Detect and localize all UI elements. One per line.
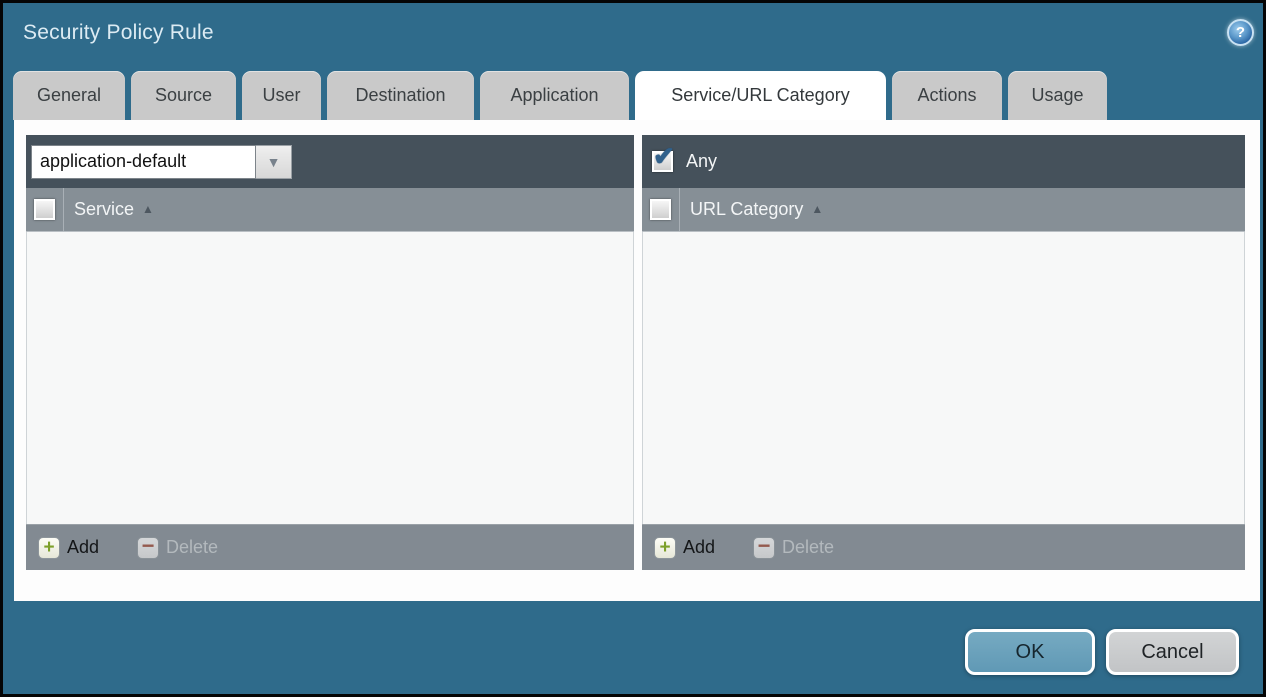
service-delete-label: Delete (166, 537, 218, 558)
service-panel-footer: + Add − Delete (26, 524, 634, 570)
tab-source[interactable]: Source (131, 71, 236, 120)
url-category-table-body[interactable] (642, 232, 1245, 524)
service-type-dropdown[interactable]: application-default ▼ (31, 145, 292, 179)
plus-icon: + (38, 537, 60, 559)
minus-icon: − (137, 537, 159, 559)
service-column-label: Service (74, 199, 134, 220)
tab-general[interactable]: General (13, 71, 125, 120)
service-type-value[interactable]: application-default (31, 145, 256, 179)
url-category-panel-toolbar: ✔ Any (642, 135, 1245, 188)
sort-ascending-icon: ▲ (142, 202, 154, 216)
service-add-button[interactable]: + Add (38, 537, 99, 559)
service-column-header[interactable]: Service ▲ (64, 199, 154, 220)
dialog-title: Security Policy Rule (23, 21, 214, 45)
any-row: ✔ Any (647, 151, 717, 172)
minus-icon: − (753, 537, 775, 559)
cancel-button[interactable]: Cancel (1106, 629, 1239, 675)
security-policy-rule-dialog: Security Policy Rule ? General Source Us… (0, 0, 1266, 697)
tab-service-url-category[interactable]: Service/URL Category (635, 71, 886, 120)
url-category-add-label: Add (683, 537, 715, 558)
url-category-column-label: URL Category (690, 199, 803, 220)
tab-usage[interactable]: Usage (1008, 71, 1107, 120)
service-add-label: Add (67, 537, 99, 558)
service-type-dropdown-button[interactable]: ▼ (256, 145, 292, 179)
service-panel: application-default ▼ Service ▲ + (26, 135, 634, 571)
plus-icon: + (654, 537, 676, 559)
tab-user[interactable]: User (242, 71, 321, 120)
tab-content-area: application-default ▼ Service ▲ + (14, 120, 1260, 601)
url-category-panel: ✔ Any URL Category ▲ + Add (642, 135, 1245, 571)
url-category-table-header: URL Category ▲ (642, 188, 1245, 232)
tab-bar: General Source User Destination Applicat… (13, 71, 1113, 120)
service-header-checkbox-cell (26, 188, 64, 231)
url-category-delete-button[interactable]: − Delete (753, 537, 834, 559)
service-table-body[interactable] (26, 232, 634, 524)
help-icon[interactable]: ? (1227, 19, 1254, 46)
url-category-add-button[interactable]: + Add (654, 537, 715, 559)
checkmark-icon: ✔ (653, 141, 675, 172)
tab-application[interactable]: Application (480, 71, 629, 120)
service-delete-button[interactable]: − Delete (137, 537, 218, 559)
url-category-header-checkbox-cell (642, 188, 680, 231)
ok-button[interactable]: OK (965, 629, 1095, 675)
service-table-header: Service ▲ (26, 188, 634, 232)
url-category-select-all-checkbox[interactable] (650, 199, 671, 220)
any-checkbox[interactable]: ✔ (652, 151, 673, 172)
chevron-down-icon: ▼ (267, 154, 281, 170)
url-category-delete-label: Delete (782, 537, 834, 558)
tab-actions[interactable]: Actions (892, 71, 1002, 120)
any-label: Any (686, 151, 717, 172)
service-select-all-checkbox[interactable] (34, 199, 55, 220)
tab-destination[interactable]: Destination (327, 71, 474, 120)
sort-ascending-icon: ▲ (811, 202, 823, 216)
service-panel-toolbar: application-default ▼ (26, 135, 634, 188)
url-category-column-header[interactable]: URL Category ▲ (680, 199, 823, 220)
url-category-panel-footer: + Add − Delete (642, 524, 1245, 570)
